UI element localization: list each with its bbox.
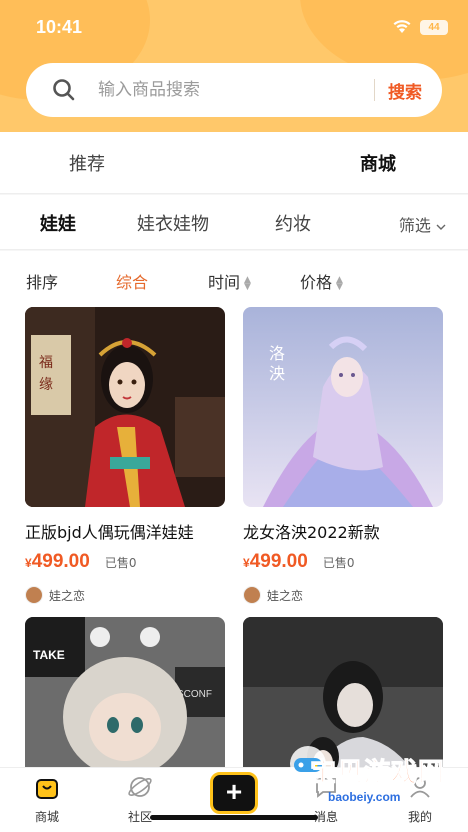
svg-text:缘: 缘 xyxy=(39,377,53,393)
price-currency: ¥ xyxy=(25,556,32,570)
tab-mall[interactable]: 商城 xyxy=(360,150,396,178)
seller-name: 娃之恋 xyxy=(49,588,86,603)
product-card[interactable]: 洛 泱 龙女洛泱2022新款 ¥499.00 已售0 娃之恋 xyxy=(243,307,443,605)
watermark-url: baobeiy.com xyxy=(328,790,401,804)
tab-mall-nav[interactable]: 商城 xyxy=(17,774,77,825)
product-card[interactable] xyxy=(243,617,443,767)
tab-label: 商城 xyxy=(34,810,59,824)
price-value: 499.00 xyxy=(31,551,90,572)
planet-icon xyxy=(128,777,152,797)
shop-bag-icon xyxy=(36,779,58,799)
product-image-doll-red: 福 缘 xyxy=(25,307,225,507)
product-sold-count: 已售0 xyxy=(322,556,355,570)
chevron-down-icon xyxy=(436,224,446,230)
product-card[interactable]: TAKE SCONF xyxy=(25,617,225,767)
sort-price[interactable]: 价格 ▲ ▼ xyxy=(300,269,343,293)
product-price: ¥499.00 xyxy=(25,551,90,572)
sort-time-label: 时间 xyxy=(208,273,241,292)
status-time: 10:41 xyxy=(36,17,83,37)
price-value: 499.00 xyxy=(249,551,308,572)
seller-info[interactable]: 娃之恋 xyxy=(25,585,225,605)
battery-indicator: 44 xyxy=(420,20,448,35)
svg-text:泱: 泱 xyxy=(269,364,285,383)
sort-arrows-icon: ▲ ▼ xyxy=(336,274,343,292)
price-currency: ¥ xyxy=(243,556,250,570)
product-sold-count: 已售0 xyxy=(104,556,137,570)
sort-label: 排序 xyxy=(26,273,59,292)
status-bar: 10:41 44 xyxy=(0,0,468,56)
main-tabs: 推荐 商城 xyxy=(0,132,468,194)
sort-price-label: 价格 xyxy=(300,273,333,292)
tab-recommend[interactable]: 推荐 xyxy=(69,150,105,176)
search-button[interactable]: 搜索 xyxy=(388,77,454,103)
product-image-doll-dark xyxy=(243,617,443,767)
sort-bar: 排序 综合 时间 ▲ ▼ 价格 ▲ ▼ xyxy=(0,251,468,307)
plus-icon: + xyxy=(225,776,243,807)
publish-button[interactable]: + xyxy=(210,772,258,814)
category-tab-doll-clothes[interactable]: 娃衣娃物 xyxy=(137,210,209,236)
sort-time[interactable]: 时间 ▲ ▼ xyxy=(208,269,251,293)
avatar xyxy=(243,586,261,604)
seller-info[interactable]: 娃之恋 xyxy=(243,585,443,605)
avatar xyxy=(25,586,43,604)
product-card[interactable]: 福 缘 正版bjd人偶玩偶洋娃娃 ¥499.00 已售0 娃之恋 xyxy=(25,307,225,605)
svg-text:福: 福 xyxy=(39,355,53,371)
home-indicator xyxy=(150,815,318,820)
product-title: 龙女洛泱2022新款 xyxy=(243,523,380,542)
filter-label: 筛选 xyxy=(398,216,431,235)
product-image-doll-fluffy: TAKE SCONF xyxy=(25,617,225,767)
wifi-icon xyxy=(393,20,411,33)
category-tabs: 娃娃 娃衣娃物 约妆 筛选 xyxy=(0,195,468,250)
search-input[interactable] xyxy=(98,77,348,103)
sort-arrows-icon: ▲ ▼ xyxy=(244,274,251,292)
product-title: 正版bjd人偶玩偶洋娃娃 xyxy=(25,523,194,542)
search-icon xyxy=(53,79,75,101)
svg-text:洛: 洛 xyxy=(269,344,285,363)
search-bar: 搜索 xyxy=(26,63,442,117)
seller-name: 娃之恋 xyxy=(267,588,304,603)
watermark: 宝贝游戏网 baobeiy.com xyxy=(286,746,456,818)
category-tab-dolls[interactable]: 娃娃 xyxy=(40,210,76,238)
product-grid: 福 缘 正版bjd人偶玩偶洋娃娃 ¥499.00 已售0 娃之恋 洛 泱 龙女洛… xyxy=(0,307,468,767)
sort-comprehensive[interactable]: 综合 xyxy=(116,269,148,293)
product-price: ¥499.00 xyxy=(243,551,308,572)
search-divider xyxy=(374,79,375,101)
filter-button[interactable]: 筛选 xyxy=(399,212,446,236)
watermark-text: 宝贝游戏网 xyxy=(309,758,446,789)
svg-text:TAKE: TAKE xyxy=(33,648,65,662)
product-image-doll-lavender: 洛 泱 xyxy=(243,307,443,507)
category-tab-makeup[interactable]: 约妆 xyxy=(275,210,311,236)
